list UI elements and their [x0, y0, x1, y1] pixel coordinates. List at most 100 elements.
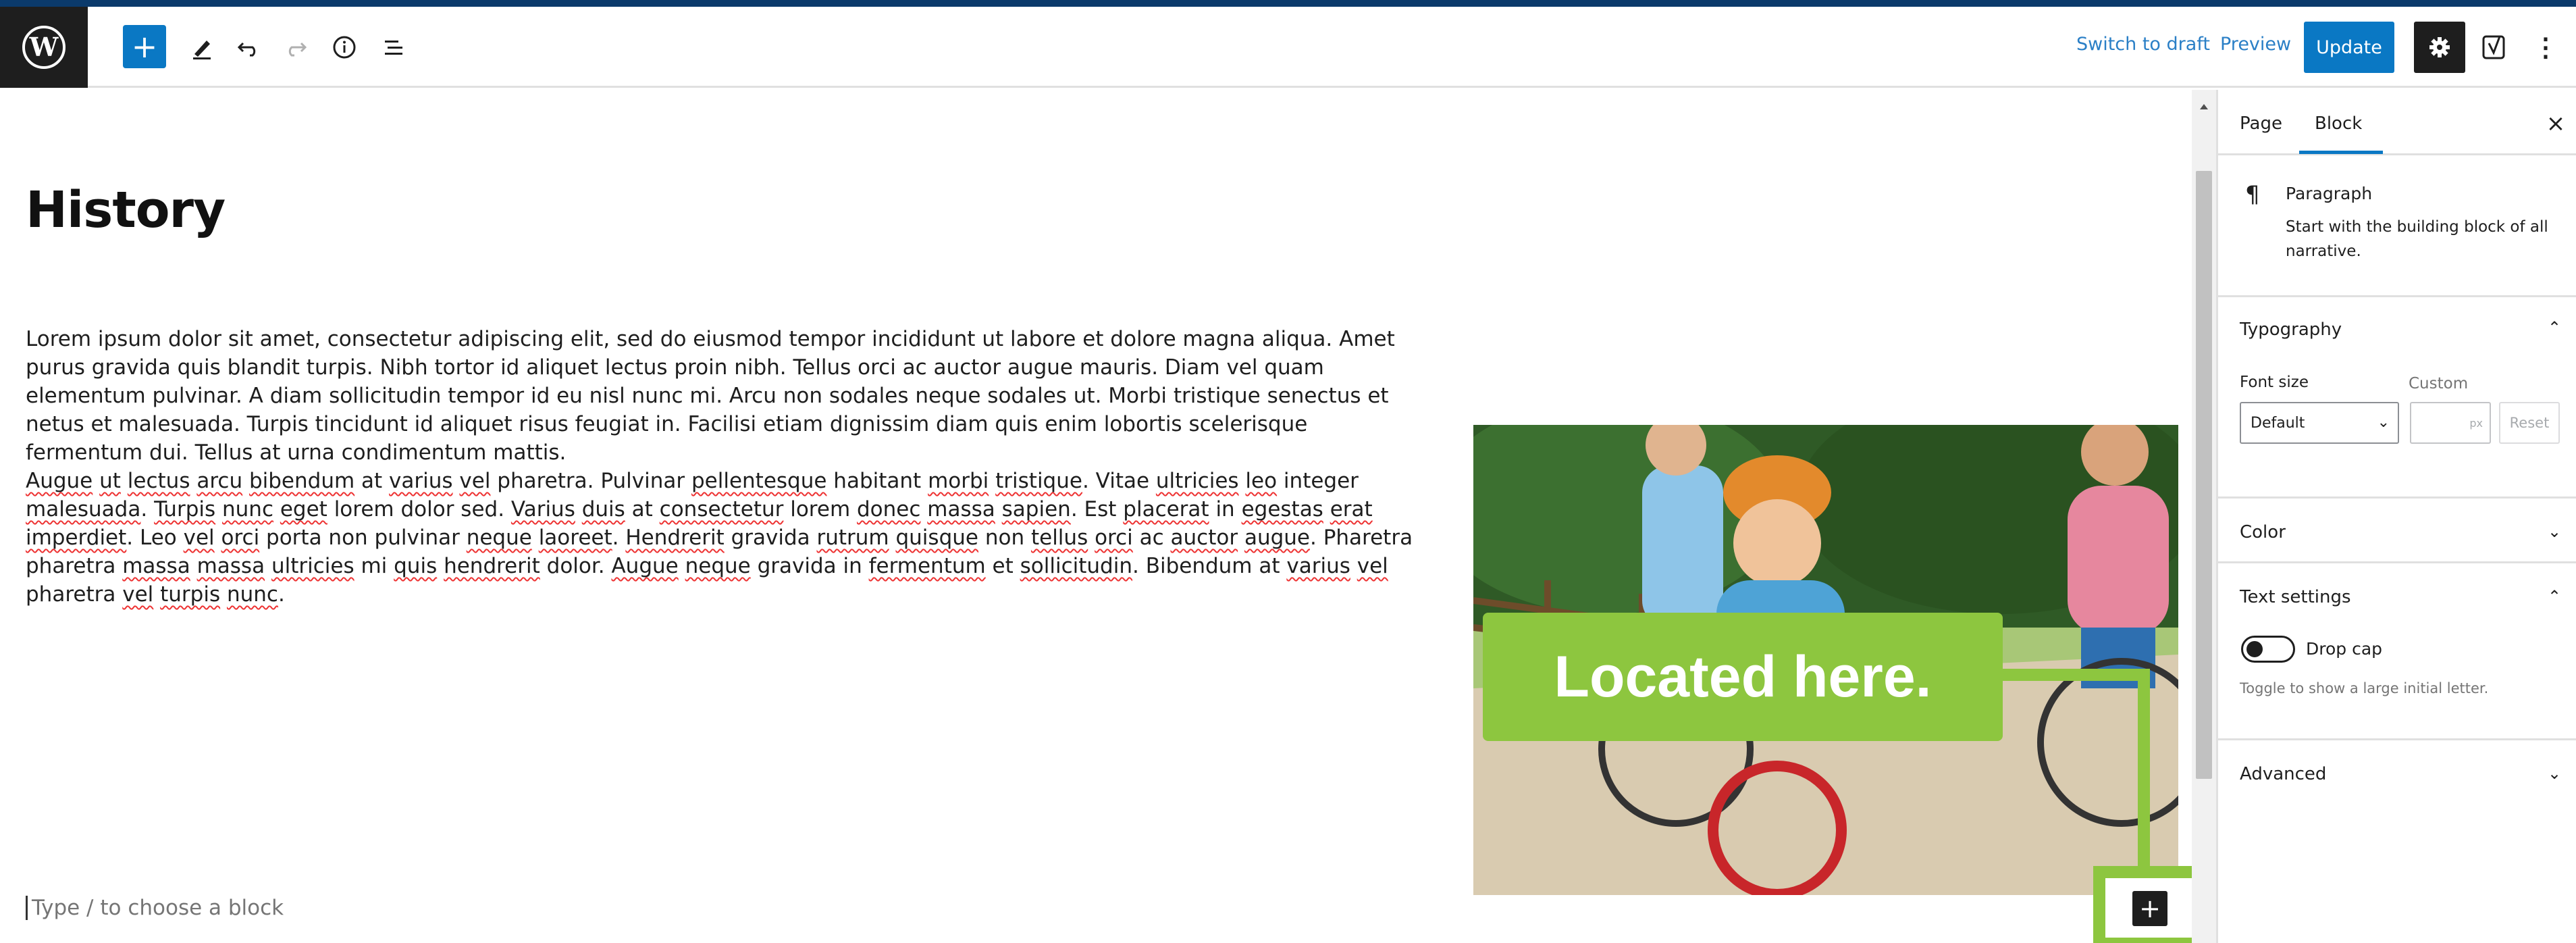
editor-canvas: History Lorem ipsum dolor sit amet, cons… — [0, 90, 2192, 943]
text-run: pharetra — [26, 582, 123, 607]
settings-sidebar: Page Block × ¶ Paragraph Start with the … — [2216, 90, 2576, 943]
misspelled-word: tristique — [995, 469, 1082, 493]
callout-label: Located here. — [1483, 613, 2003, 741]
misspelled-word: vel — [122, 582, 154, 607]
misspelled-word: Augue — [611, 554, 679, 578]
advanced-panel-toggle[interactable]: Advanced — [2240, 764, 2326, 784]
text-run — [190, 469, 196, 493]
text-run — [437, 554, 444, 578]
text-run — [190, 554, 197, 578]
add-block-button[interactable]: + — [123, 25, 166, 68]
text-run — [453, 469, 460, 493]
yoast-seo-button[interactable] — [2473, 26, 2516, 69]
reset-button[interactable]: Reset — [2499, 402, 2560, 444]
details-button[interactable] — [325, 28, 363, 66]
misspelled-word: rutrum — [816, 526, 889, 550]
text-run: at — [625, 497, 660, 521]
chevron-down-icon[interactable]: ⌄ — [2548, 522, 2561, 541]
misspelled-word: vel — [459, 469, 491, 493]
settings-button[interactable] — [2414, 22, 2465, 73]
editor-window: W + Switch to draft Preview Update ⋮ His… — [0, 7, 2576, 943]
wordpress-logo-icon[interactable]: W — [0, 7, 88, 88]
block-card: ¶ Paragraph Start with the building bloc… — [2218, 155, 2576, 297]
misspelled-word: tellus — [1030, 526, 1088, 550]
block-placeholder[interactable]: Type / to choose a block — [26, 896, 284, 920]
preview-link[interactable]: Preview — [2220, 34, 2291, 55]
text-run: . Vitae — [1082, 469, 1156, 493]
misspelled-word: massa — [927, 497, 995, 521]
tab-page[interactable]: Page — [2240, 113, 2282, 134]
chevron-up-icon[interactable]: ⌃ — [2548, 587, 2561, 606]
text-run — [679, 554, 685, 578]
misspelled-word: egestas — [1241, 497, 1323, 521]
text-run: et — [985, 554, 1020, 578]
text-run — [153, 582, 160, 607]
text-run: . Bibendum at — [1132, 554, 1287, 578]
text-run — [1323, 497, 1330, 521]
scroll-up-arrow-icon[interactable] — [2192, 97, 2216, 117]
text-run — [121, 469, 128, 493]
misspelled-word: varius — [1286, 554, 1350, 578]
font-size-select[interactable]: Default ⌄ — [2240, 402, 2399, 444]
more-vertical-icon: ⋮ — [2533, 33, 2558, 62]
text-run — [1239, 469, 1246, 493]
custom-font-size-input[interactable]: px — [2410, 402, 2491, 444]
more-options-button[interactable]: ⋮ — [2529, 26, 2562, 69]
misspelled-word: vel — [183, 526, 215, 550]
close-icon[interactable]: × — [2542, 110, 2569, 137]
misspelled-word: malesuada — [26, 497, 141, 521]
undo-button[interactable] — [230, 28, 267, 66]
text-run: . Leo — [126, 526, 184, 550]
misspelled-word: sollicitudin — [1020, 554, 1132, 578]
font-size-label: Font size — [2240, 374, 2309, 391]
redo-button[interactable] — [277, 28, 315, 66]
switch-to-draft-link[interactable]: Switch to draft — [2076, 34, 2210, 55]
misspelled-word: sapien — [1001, 497, 1071, 521]
misspelled-word: hendrerit — [444, 554, 540, 578]
misspelled-word: bibendum — [248, 469, 355, 493]
inline-add-block-button[interactable]: + — [2132, 891, 2167, 926]
divider — [2218, 561, 2576, 563]
plus-icon: + — [131, 28, 158, 65]
misspelled-word: Varius — [510, 497, 575, 521]
scroll-thumb[interactable] — [2196, 171, 2212, 779]
text-run: lorem — [783, 497, 857, 521]
misspelled-word: lectus — [127, 469, 190, 493]
drop-cap-toggle[interactable] — [2241, 636, 2295, 663]
tab-block[interactable]: Block — [2315, 113, 2362, 134]
text-run: . Est — [1070, 497, 1124, 521]
misspelled-word: Turpis — [154, 497, 216, 521]
chevron-up-icon[interactable]: ⌃ — [2548, 318, 2561, 337]
text-run — [989, 469, 995, 493]
misspelled-word: neque — [685, 554, 751, 578]
misspelled-word: augue — [1244, 526, 1310, 550]
typography-panel-toggle[interactable]: Typography — [2240, 320, 2342, 340]
misspelled-word: ut — [99, 469, 121, 493]
misspelled-word: auctor — [1170, 526, 1238, 550]
text-run — [220, 582, 227, 607]
text-settings-panel-toggle[interactable]: Text settings — [2240, 587, 2351, 607]
paragraph-block-2[interactable]: Augue ut lectus arcu bibendum at varius … — [26, 467, 1423, 609]
text-run: . — [278, 582, 285, 607]
list-view-button[interactable] — [375, 28, 413, 66]
text-run — [889, 526, 896, 550]
misspelled-word: consectetur — [659, 497, 784, 521]
misspelled-word: donec — [857, 497, 921, 521]
misspelled-word: nunc — [222, 497, 273, 521]
edit-tool-button[interactable] — [184, 28, 221, 66]
custom-size-label: Custom — [2409, 375, 2469, 392]
color-panel-toggle[interactable]: Color — [2240, 522, 2286, 542]
misspelled-word: massa — [196, 554, 265, 578]
divider — [2218, 738, 2576, 740]
misspelled-word: massa — [122, 554, 190, 578]
chevron-down-icon[interactable]: ⌄ — [2548, 764, 2561, 783]
editor-scrollbar[interactable] — [2192, 90, 2216, 943]
post-heading[interactable]: History — [26, 181, 226, 239]
misspelled-word: duis — [581, 497, 625, 521]
svg-text:W: W — [29, 32, 59, 62]
text-run — [215, 497, 222, 521]
misspelled-word: leo — [1245, 469, 1278, 493]
paragraph-block-1[interactable]: Lorem ipsum dolor sit amet, consectetur … — [26, 325, 1423, 467]
update-button[interactable]: Update — [2304, 22, 2394, 73]
misspelled-word: placerat — [1123, 497, 1209, 521]
